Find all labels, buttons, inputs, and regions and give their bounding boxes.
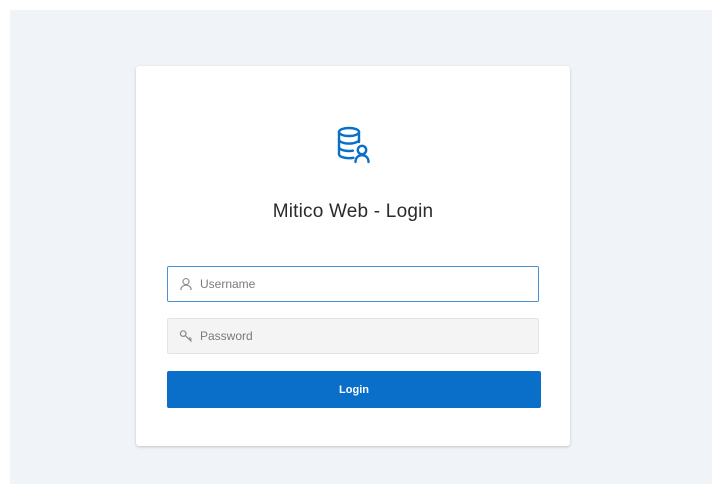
login-card: Mitico Web - Login Logi [136, 66, 570, 446]
user-icon [179, 277, 193, 291]
password-input[interactable] [200, 319, 530, 353]
page-title: Mitico Web - Login [272, 201, 434, 222]
username-field[interactable] [167, 266, 539, 302]
database-user-icon [327, 120, 379, 172]
password-field[interactable] [167, 318, 539, 354]
key-icon [179, 329, 193, 343]
login-button[interactable]: Login [167, 371, 541, 408]
username-input[interactable] [200, 267, 530, 301]
